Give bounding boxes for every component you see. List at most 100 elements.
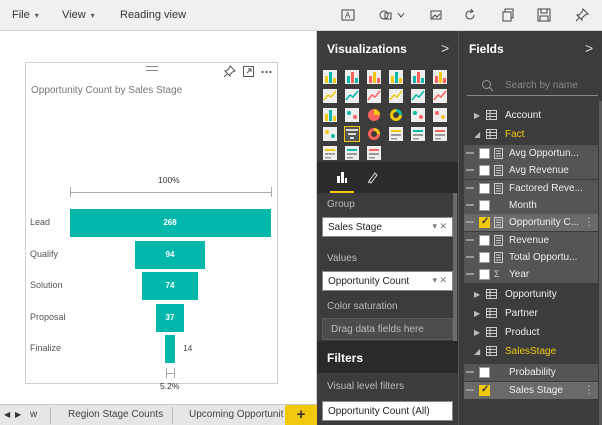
reading-view-button[interactable]: Reading view (120, 9, 186, 21)
dropdown-remove-icon[interactable]: ▾ ✕ (432, 275, 447, 286)
field-checkbox[interactable] (479, 216, 490, 229)
more-visuals-button[interactable]: ... (327, 146, 339, 158)
tab-upcoming-opportunities[interactable]: Upcoming Opportunit (189, 409, 284, 420)
line-chart-icon[interactable] (322, 88, 338, 104)
donut-icon[interactable] (388, 107, 404, 123)
kpi-icon[interactable] (432, 126, 448, 142)
dropdown-remove-icon[interactable]: ▾ ✕ (432, 221, 447, 232)
tab-partial[interactable]: w (30, 409, 37, 420)
card-icon[interactable] (388, 126, 404, 142)
funnel-visual[interactable]: Opportunity Count by Sales Stage 100% Lea… (25, 62, 278, 391)
caret-expanded-icon[interactable]: ◢ (474, 130, 480, 139)
pin-icon[interactable] (223, 65, 236, 78)
multirow-card-icon[interactable] (410, 126, 426, 142)
field-item[interactable]: Avg Opportun... (464, 145, 598, 162)
values-well-field[interactable]: Opportunity Count ▾ ✕ (322, 271, 453, 291)
funnel-icon[interactable] (344, 126, 360, 142)
clustered-column-icon[interactable] (388, 69, 404, 85)
100-bar-icon[interactable] (410, 69, 426, 85)
ribbon-chart-icon[interactable] (432, 88, 448, 104)
area-chart-icon[interactable] (344, 88, 360, 104)
field-checkbox[interactable] (479, 384, 490, 396)
scatter-icon[interactable] (344, 107, 360, 123)
map-icon[interactable] (432, 107, 448, 123)
waterfall-icon[interactable] (322, 107, 338, 123)
field-item[interactable]: Σ Year (464, 266, 598, 284)
field-item[interactable]: Month (464, 196, 598, 214)
field-checkbox[interactable] (479, 251, 490, 263)
field-checkbox[interactable] (479, 199, 490, 211)
caret-collapsed-icon[interactable]: ▶ (474, 328, 480, 337)
treemap-icon[interactable] (410, 107, 426, 123)
field-table-product[interactable]: ▶ Product (459, 324, 599, 341)
caret-collapsed-icon[interactable]: ▶ (474, 290, 480, 299)
text-box-icon[interactable]: A (340, 7, 356, 23)
add-page-button[interactable]: + (285, 405, 317, 425)
more-options-icon[interactable]: ⋮ (584, 385, 594, 396)
tab-scroll-left-icon[interactable]: ◀ (4, 410, 10, 419)
format-tab[interactable] (361, 162, 385, 193)
100-column-icon[interactable] (432, 69, 448, 85)
drag-handle-icon[interactable] (466, 221, 474, 224)
pie-chart-icon[interactable] (366, 107, 382, 123)
drag-handle-icon[interactable] (466, 255, 474, 258)
drag-handle-icon[interactable] (466, 273, 474, 276)
tab-scroll-right-icon[interactable]: ▶ (15, 410, 21, 419)
drag-handle-icon[interactable] (466, 186, 474, 189)
field-checkbox[interactable] (479, 182, 490, 194)
line-clustered-icon[interactable] (410, 88, 426, 104)
matrix-icon[interactable] (366, 145, 382, 161)
filled-map-icon[interactable] (322, 126, 338, 142)
field-checkbox[interactable] (479, 234, 490, 246)
save-icon[interactable] (536, 7, 552, 23)
field-item[interactable]: Total Opportu... (464, 248, 598, 266)
refresh-icon[interactable] (462, 7, 478, 23)
image-icon[interactable] (428, 7, 444, 23)
tab-region-stage-counts[interactable]: Region Stage Counts (68, 409, 163, 420)
caret-collapsed-icon[interactable]: ▶ (474, 309, 480, 318)
collapse-arrow-icon[interactable]: > (585, 40, 593, 56)
filter-card[interactable]: Opportunity Count (All) (322, 401, 453, 421)
drag-handle-icon[interactable] (466, 203, 474, 206)
field-table-opportunity[interactable]: ▶ Opportunity (459, 286, 599, 303)
duplicate-page-icon[interactable] (500, 7, 516, 23)
stacked-bar-icon[interactable] (322, 69, 338, 85)
shapes-icon[interactable] (378, 7, 406, 23)
caret-expanded-icon[interactable]: ◢ (474, 347, 480, 356)
stacked-column-icon[interactable] (344, 69, 360, 85)
drag-handle-icon[interactable] (466, 238, 474, 241)
gauge-icon[interactable] (366, 126, 382, 142)
field-item[interactable]: Probability (464, 364, 598, 382)
pane-scrollbar[interactable] (453, 193, 457, 341)
clustered-bar-icon[interactable] (366, 69, 382, 85)
field-table-account[interactable]: ▶ Account (459, 107, 599, 124)
field-checkbox[interactable] (479, 165, 490, 177)
focus-mode-icon[interactable] (242, 65, 255, 78)
field-item[interactable]: Revenue (464, 231, 598, 249)
field-item[interactable]: Factored Reve... (464, 179, 598, 197)
field-item[interactable]: Avg Revenue (464, 162, 598, 180)
field-item[interactable]: Opportunity C... ⋮ (464, 214, 598, 232)
caret-collapsed-icon[interactable]: ▶ (474, 111, 480, 120)
drag-handle-icon[interactable] (466, 169, 474, 172)
drag-handle-icon[interactable] (466, 152, 474, 154)
fields-tab[interactable] (330, 162, 354, 193)
group-well-field[interactable]: Sales Stage ▾ ✕ (322, 217, 453, 237)
drag-handle-icon[interactable] (466, 388, 474, 391)
collapse-arrow-icon[interactable]: > (441, 40, 449, 56)
table-icon[interactable] (344, 145, 360, 161)
file-menu[interactable]: File ▾ (12, 9, 39, 21)
field-checkbox[interactable] (479, 148, 490, 159)
view-menu[interactable]: View ▾ (62, 9, 95, 21)
field-table-fact[interactable]: ◢ Fact (459, 126, 599, 143)
line-column-icon[interactable] (388, 88, 404, 104)
pin-icon[interactable] (574, 7, 590, 23)
field-table-partner[interactable]: ▶ Partner (459, 305, 599, 322)
color-saturation-drop-zone[interactable]: Drag data fields here (322, 318, 453, 340)
stacked-area-icon[interactable] (366, 88, 382, 104)
more-options-icon[interactable] (260, 65, 273, 78)
field-checkbox[interactable] (479, 367, 490, 379)
drag-handle-icon[interactable] (466, 371, 474, 374)
fields-search-input[interactable]: Search by name (467, 76, 598, 96)
drag-handle-icon[interactable] (146, 66, 158, 71)
